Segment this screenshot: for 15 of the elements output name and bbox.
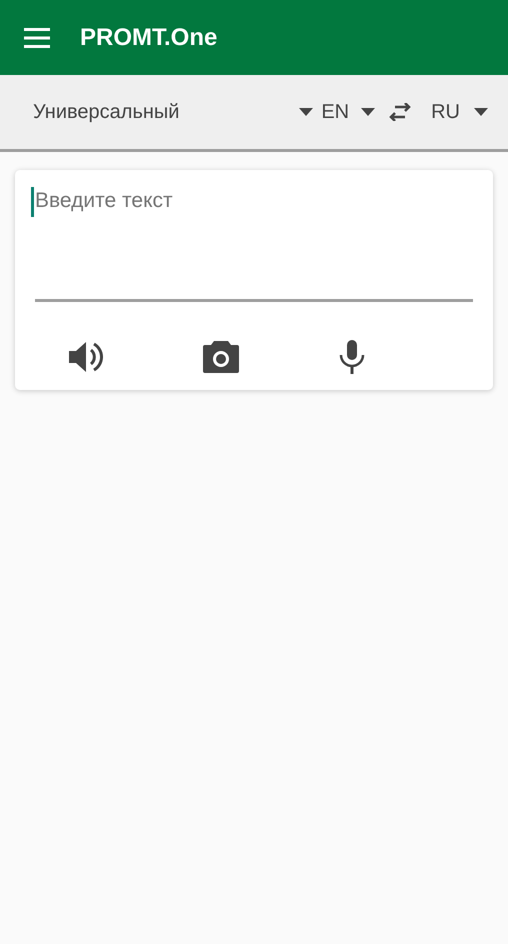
text-input-field[interactable]: Введите текст: [35, 186, 473, 302]
dropdown-caret-icon[interactable]: [299, 108, 314, 116]
text-input-card[interactable]: Введите текст: [15, 170, 493, 390]
domain-selector[interactable]: Универсальный: [33, 100, 300, 124]
speaker-button[interactable]: [69, 341, 103, 373]
source-language-selector[interactable]: EN: [321, 100, 350, 124]
text-cursor: [31, 187, 34, 217]
menu-button[interactable]: [24, 28, 50, 48]
target-language-selector[interactable]: RU: [431, 100, 460, 124]
dropdown-caret-icon[interactable]: [474, 108, 488, 116]
swap-languages-button[interactable]: [389, 103, 412, 121]
camera-button[interactable]: [203, 341, 239, 373]
dropdown-caret-icon[interactable]: [361, 108, 376, 116]
app-title: PROMT.One: [80, 24, 218, 52]
microphone-button[interactable]: [339, 340, 365, 374]
